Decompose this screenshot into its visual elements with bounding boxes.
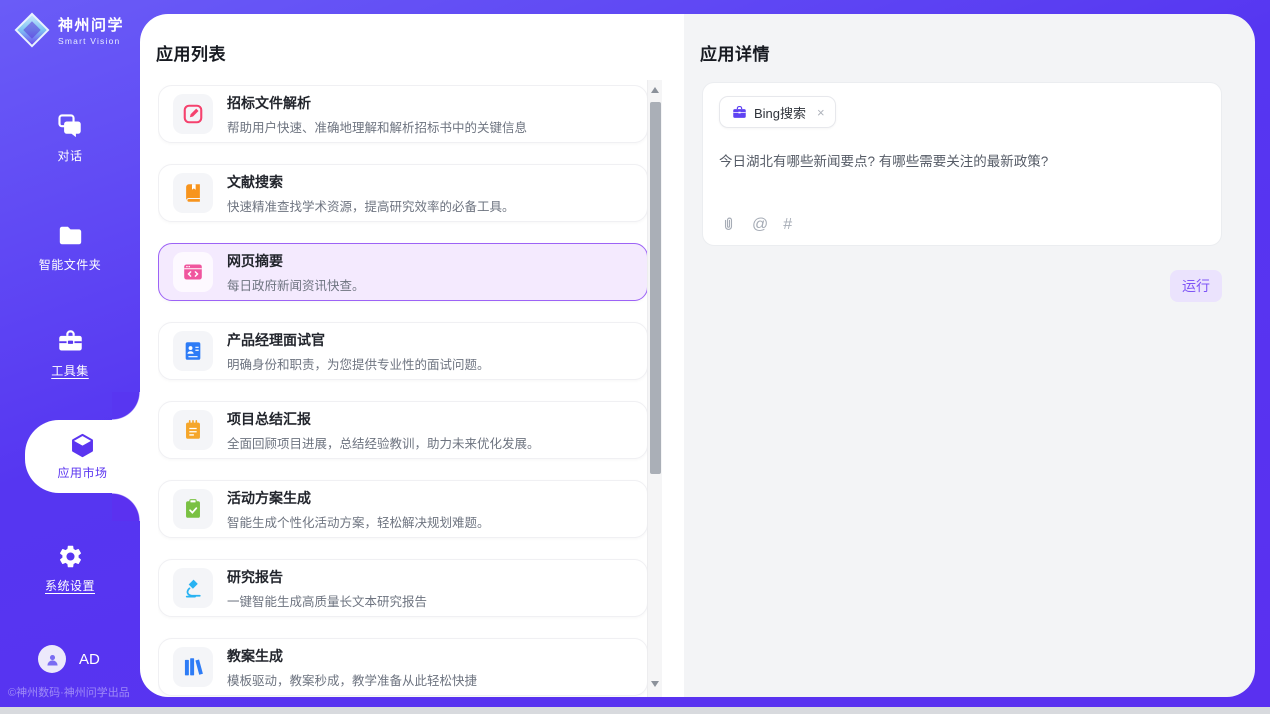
books-icon bbox=[182, 656, 204, 678]
cube-icon bbox=[69, 432, 96, 459]
attachment-icon[interactable] bbox=[720, 216, 737, 233]
main-content: 应用列表 招标文件解析 帮助用户快速、准确地理解和解析招标书中的关键信息 文献搜… bbox=[140, 14, 1255, 697]
sidebar-item-app-market[interactable]: 应用市场 bbox=[25, 420, 140, 493]
gear-icon bbox=[57, 543, 84, 570]
briefcase-icon bbox=[732, 105, 747, 120]
sidebar-footer: ©神州数码·神州问学出品 bbox=[8, 684, 140, 700]
microscope-icon bbox=[182, 577, 204, 599]
clipboard-icon bbox=[182, 498, 204, 520]
app-card-description: 模板驱动，教案秒成，教学准备从此轻松快捷 bbox=[227, 670, 477, 689]
tool-chip-label: Bing搜索 bbox=[754, 103, 806, 122]
app-card-title: 产品经理面试官 bbox=[227, 330, 490, 350]
app-card[interactable]: 产品经理面试官 明确身份和职责，为您提供专业性的面试问题。 bbox=[158, 322, 648, 380]
app-card-description: 快速精准查找学术资源，提高研究效率的必备工具。 bbox=[227, 196, 515, 215]
mention-icon[interactable]: @ bbox=[752, 217, 768, 233]
sidebar-item-label: 对话 bbox=[57, 147, 82, 164]
app-icon-tile bbox=[173, 331, 213, 371]
app-card[interactable]: 研究报告 一键智能生成高质量长文本研究报告 bbox=[158, 559, 648, 617]
sidebar-item-system-settings[interactable]: 系统设置 bbox=[0, 543, 140, 594]
app-list-scrollbar[interactable] bbox=[647, 80, 662, 697]
folder-icon bbox=[57, 222, 84, 249]
app-card-description: 全面回顾项目进展，总结经验教训，助力未来优化发展。 bbox=[227, 433, 540, 452]
app-list-title: 应用列表 bbox=[156, 40, 226, 65]
app-card-title: 招标文件解析 bbox=[227, 93, 527, 113]
app-card[interactable]: 文献搜索 快速精准查找学术资源，提高研究效率的必备工具。 bbox=[158, 164, 648, 222]
app-icon-tile bbox=[173, 410, 213, 450]
scroll-down-arrow-icon[interactable] bbox=[651, 681, 659, 687]
webpage-icon bbox=[182, 261, 204, 283]
query-text[interactable]: 今日湖北有哪些新闻要点? 有哪些需要关注的最新政策? bbox=[719, 150, 1205, 170]
sidebar-item-label: 工具集 bbox=[51, 362, 89, 379]
book-icon bbox=[182, 182, 204, 204]
chip-close-icon[interactable]: × bbox=[817, 105, 825, 120]
chat-icon bbox=[57, 113, 84, 140]
topic-icon[interactable]: # bbox=[783, 217, 792, 233]
app-card-title: 活动方案生成 bbox=[227, 488, 490, 508]
sidebar-item-chat[interactable]: 对话 bbox=[0, 113, 140, 164]
app-card-description: 每日政府新闻资讯快查。 bbox=[227, 275, 365, 294]
scroll-up-arrow-icon[interactable] bbox=[651, 87, 659, 93]
app-icon-tile bbox=[173, 173, 213, 213]
app-card-title: 研究报告 bbox=[227, 567, 427, 587]
tender-doc-icon bbox=[182, 103, 204, 125]
notepad-icon bbox=[182, 419, 204, 441]
run-button[interactable]: 运行 bbox=[1170, 270, 1222, 302]
app-list: 招标文件解析 帮助用户快速、准确地理解和解析招标书中的关键信息 文献搜索 快速精… bbox=[158, 85, 648, 697]
logo-subtitle: Smart Vision bbox=[58, 36, 124, 46]
user-label: AD bbox=[79, 651, 100, 668]
app-card[interactable]: 招标文件解析 帮助用户快速、准确地理解和解析招标书中的关键信息 bbox=[158, 85, 648, 143]
logo-diamond-icon bbox=[13, 11, 51, 49]
app-card[interactable]: 项目总结汇报 全面回顾项目进展，总结经验教训，助力未来优化发展。 bbox=[158, 401, 648, 459]
app-icon-tile bbox=[173, 94, 213, 134]
user-account[interactable]: AD bbox=[38, 645, 100, 673]
scrollbar-thumb[interactable] bbox=[650, 102, 661, 474]
app-card[interactable]: 活动方案生成 智能生成个性化活动方案，轻松解决规划难题。 bbox=[158, 480, 648, 538]
app-card[interactable]: 网页摘要 每日政府新闻资讯快查。 bbox=[158, 243, 648, 301]
sidebar-item-label: 系统设置 bbox=[45, 577, 95, 594]
app-detail-pane: 应用详情 Bing搜索 × 今日湖北有哪些新闻要点? 有哪些需要关注的最新政策?… bbox=[684, 14, 1255, 697]
tool-chip-bing-search[interactable]: Bing搜索 × bbox=[719, 96, 836, 128]
interview-icon bbox=[182, 340, 204, 362]
app-card-description: 帮助用户快速、准确地理解和解析招标书中的关键信息 bbox=[227, 117, 527, 136]
app-card-description: 明确身份和职责，为您提供专业性的面试问题。 bbox=[227, 354, 490, 373]
app-card-description: 一键智能生成高质量长文本研究报告 bbox=[227, 591, 427, 610]
toolbox-icon bbox=[57, 328, 84, 355]
prompt-input-card[interactable]: Bing搜索 × 今日湖北有哪些新闻要点? 有哪些需要关注的最新政策? @ # bbox=[702, 82, 1222, 246]
app-card-title: 文献搜索 bbox=[227, 172, 515, 192]
app-card-title: 网页摘要 bbox=[227, 251, 365, 271]
app-icon-tile bbox=[173, 489, 213, 529]
app-card-title: 教案生成 bbox=[227, 646, 477, 666]
app-icon-tile bbox=[173, 647, 213, 687]
app-icon-tile bbox=[173, 252, 213, 292]
app-card-description: 智能生成个性化活动方案，轻松解决规划难题。 bbox=[227, 512, 490, 531]
sidebar-item-toolset[interactable]: 工具集 bbox=[0, 328, 140, 379]
app-window: 神州问学 Smart Vision 对话 智能文件夹 工具集 应用市场 系统设置… bbox=[0, 0, 1270, 707]
sidebar: 神州问学 Smart Vision 对话 智能文件夹 工具集 应用市场 系统设置… bbox=[0, 0, 140, 707]
sidebar-item-label: 智能文件夹 bbox=[39, 256, 102, 273]
app-card[interactable]: 教案生成 模板驱动，教案秒成，教学准备从此轻松快捷 bbox=[158, 638, 648, 696]
sidebar-item-smart-folder[interactable]: 智能文件夹 bbox=[0, 222, 140, 273]
app-card-title: 项目总结汇报 bbox=[227, 409, 540, 429]
app-detail-title: 应用详情 bbox=[700, 40, 770, 65]
sidebar-item-label: 应用市场 bbox=[57, 464, 107, 481]
logo-title: 神州问学 bbox=[58, 14, 124, 35]
app-list-pane: 应用列表 招标文件解析 帮助用户快速、准确地理解和解析招标书中的关键信息 文献搜… bbox=[140, 14, 684, 697]
user-avatar-icon bbox=[44, 651, 61, 668]
avatar bbox=[38, 645, 66, 673]
app-logo: 神州问学 Smart Vision bbox=[13, 11, 124, 49]
app-icon-tile bbox=[173, 568, 213, 608]
